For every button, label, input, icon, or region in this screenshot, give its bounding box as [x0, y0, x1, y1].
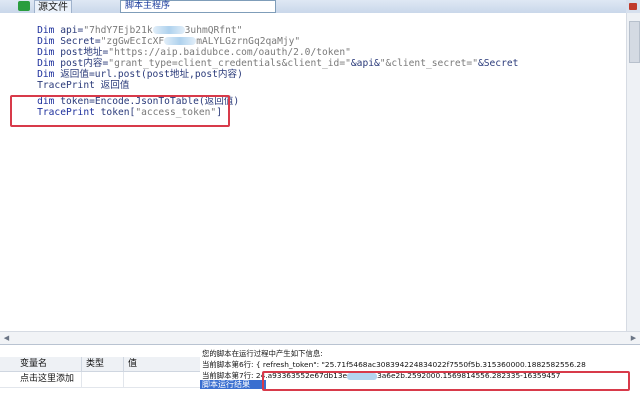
value-cell[interactable] — [124, 372, 200, 387]
variables-panel: 变量名 类型 值 点击这里添加 — [0, 345, 201, 400]
bottom-panel: 变量名 类型 值 点击这里添加 您的脚本在运行过程中产生如下信息: 当前脚本第6… — [0, 344, 640, 400]
toolbar-right-button[interactable] — [626, 0, 640, 13]
add-variable-cell[interactable]: 点击这里添加 — [16, 372, 82, 387]
column-header-type[interactable]: 类型 — [82, 357, 124, 371]
code-line: TracePrint 返回值 — [37, 80, 130, 91]
scroll-left-icon[interactable]: ◀ — [0, 332, 13, 344]
output-line: 当前脚本第6行: { refresh_token": "25.71f5468ac… — [202, 360, 586, 369]
output-panel[interactable]: 您的脚本在运行过程中产生如下信息: 当前脚本第6行: { refresh_tok… — [200, 345, 640, 400]
stop-icon — [629, 3, 637, 10]
column-header-name[interactable]: 变量名 — [16, 357, 82, 371]
code-line: Dim 返回值=url.post(post地址,post内容) — [37, 69, 243, 80]
variables-table-header: 变量名 类型 值 — [0, 357, 200, 372]
highlight-box — [10, 95, 230, 127]
scroll-thumb[interactable] — [629, 21, 640, 63]
code-line: Dim api="7hdY7Ejb21k 3uhmQRfnt" — [37, 25, 243, 36]
highlight-box — [262, 371, 630, 391]
script-search-input[interactable]: 脚本主程序 — [120, 0, 276, 13]
horizontal-scrollbar[interactable]: ◀ ▶ — [0, 331, 640, 345]
output-line: 您的脚本在运行过程中产生如下信息: — [202, 349, 323, 358]
scroll-right-icon[interactable]: ▶ — [627, 332, 640, 344]
code-line: Dim Secret="zgGwEcIcXF mALYLGzrnGq2qaMjy" — [37, 36, 301, 47]
toolbar: 源文件 脚本主程序 — [0, 0, 640, 15]
source-file-icon — [18, 1, 30, 11]
code-editor[interactable]: Dim api="7hdY7Ejb21k 3uhmQRfnt" Dim Secre… — [0, 13, 626, 331]
code-line: Dim post内容="grant_type=client_credential… — [37, 58, 519, 69]
type-cell[interactable] — [82, 372, 124, 387]
run-result-tab[interactable]: 脚本运行结果 — [200, 380, 266, 389]
vertical-scrollbar[interactable] — [626, 13, 640, 331]
code-line: Dim post地址="https://aip.baidubce.com/oau… — [37, 47, 351, 58]
column-header-value[interactable]: 值 — [124, 357, 200, 371]
table-row[interactable]: 点击这里添加 — [0, 372, 200, 388]
